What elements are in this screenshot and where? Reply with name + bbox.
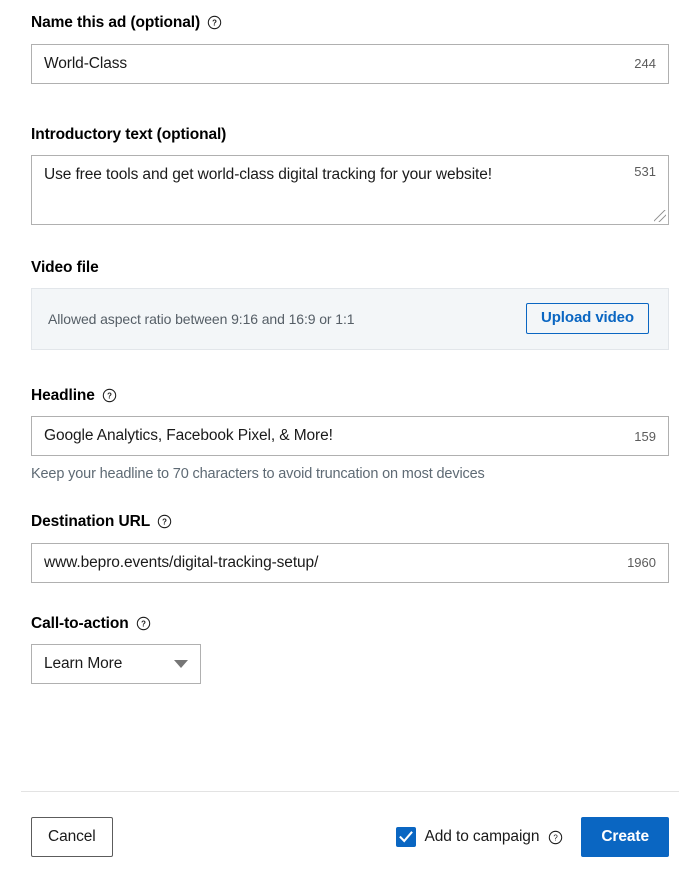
ad-name-label-text: Name this ad (optional) xyxy=(31,14,201,31)
intro-text-char-counter: 531 xyxy=(634,164,656,179)
field-intro-text: Introductory text (optional) Use free to… xyxy=(31,84,669,225)
video-aspect-ratio-hint: Allowed aspect ratio between 9:16 and 16… xyxy=(48,310,355,327)
intro-text-value: Use free tools and get world-class digit… xyxy=(44,166,492,183)
ad-name-label: Name this ad (optional) ? xyxy=(31,15,669,31)
add-to-campaign-checkbox[interactable] xyxy=(395,826,416,847)
field-headline: Headline ? Google Analytics, Facebook Pi… xyxy=(31,350,669,482)
add-to-campaign-toggle[interactable]: Add to campaign ? xyxy=(395,826,564,847)
cancel-button[interactable]: Cancel xyxy=(31,816,113,858)
destination-url-char-counter: 1960 xyxy=(627,555,656,570)
call-to-action-label: Call-to-action ? xyxy=(31,614,669,632)
video-file-label: Video file xyxy=(31,260,669,276)
svg-text:?: ? xyxy=(212,19,217,28)
intro-text-textarea[interactable]: Use free tools and get world-class digit… xyxy=(31,155,669,225)
ad-creation-form: Name this ad (optional) ? World-Class 24… xyxy=(0,0,700,884)
headline-label: Headline ? xyxy=(31,386,669,404)
destination-url-input[interactable]: www.bepro.events/digital-tracking-setup/… xyxy=(31,542,669,583)
svg-text:?: ? xyxy=(107,391,112,400)
intro-text-label: Introductory text (optional) xyxy=(31,125,669,143)
ad-name-char-counter: 244 xyxy=(634,56,656,71)
help-circle-icon[interactable]: ? xyxy=(136,616,151,631)
call-to-action-selected-value: Learn More xyxy=(44,655,123,672)
footer-actions: Add to campaign ? Create xyxy=(395,816,669,858)
svg-text:?: ? xyxy=(162,518,167,527)
form-body: Name this ad (optional) ? World-Class 24… xyxy=(0,0,700,684)
video-file-label-text: Video file xyxy=(31,259,99,276)
video-upload-panel: Allowed aspect ratio between 9:16 and 16… xyxy=(31,287,669,350)
destination-url-label: Destination URL ? xyxy=(31,514,669,530)
headline-char-counter: 159 xyxy=(634,428,656,444)
headline-helper-text: Keep your headline to 70 characters to a… xyxy=(31,466,485,482)
headline-input[interactable]: Google Analytics, Facebook Pixel, & More… xyxy=(31,416,669,456)
headline-label-text: Headline xyxy=(31,386,95,404)
destination-url-label-text: Destination URL xyxy=(31,513,151,530)
svg-text:?: ? xyxy=(141,619,146,628)
field-ad-name: Name this ad (optional) ? World-Class 24… xyxy=(31,0,669,84)
help-circle-icon[interactable]: ? xyxy=(548,830,563,845)
field-video-file: Video file Allowed aspect ratio between … xyxy=(31,225,669,350)
upload-video-button[interactable]: Upload video xyxy=(526,302,649,335)
footer-divider xyxy=(21,791,679,792)
chevron-down-icon xyxy=(174,660,188,668)
field-destination-url: Destination URL ? www.bepro.events/digit… xyxy=(31,482,669,583)
help-circle-icon[interactable]: ? xyxy=(207,15,222,30)
destination-url-input-value: www.bepro.events/digital-tracking-setup/ xyxy=(44,553,319,571)
help-circle-icon[interactable]: ? xyxy=(157,514,172,529)
field-call-to-action: Call-to-action ? Learn More xyxy=(31,583,669,684)
ad-name-input-value: World-Class xyxy=(44,54,128,72)
form-footer: Cancel Add to campaign ? Create xyxy=(0,812,700,862)
intro-text-label-text: Introductory text (optional) xyxy=(31,125,227,143)
call-to-action-select[interactable]: Learn More xyxy=(31,644,201,684)
create-button[interactable]: Create xyxy=(581,816,669,858)
help-circle-icon[interactable]: ? xyxy=(102,388,117,403)
call-to-action-label-text: Call-to-action xyxy=(31,614,129,632)
textarea-resize-handle[interactable] xyxy=(654,210,666,222)
add-to-campaign-label: Add to campaign xyxy=(424,827,540,845)
svg-text:?: ? xyxy=(554,834,559,843)
headline-input-value: Google Analytics, Facebook Pixel, & More… xyxy=(44,427,333,444)
ad-name-input[interactable]: World-Class 244 xyxy=(31,43,669,84)
